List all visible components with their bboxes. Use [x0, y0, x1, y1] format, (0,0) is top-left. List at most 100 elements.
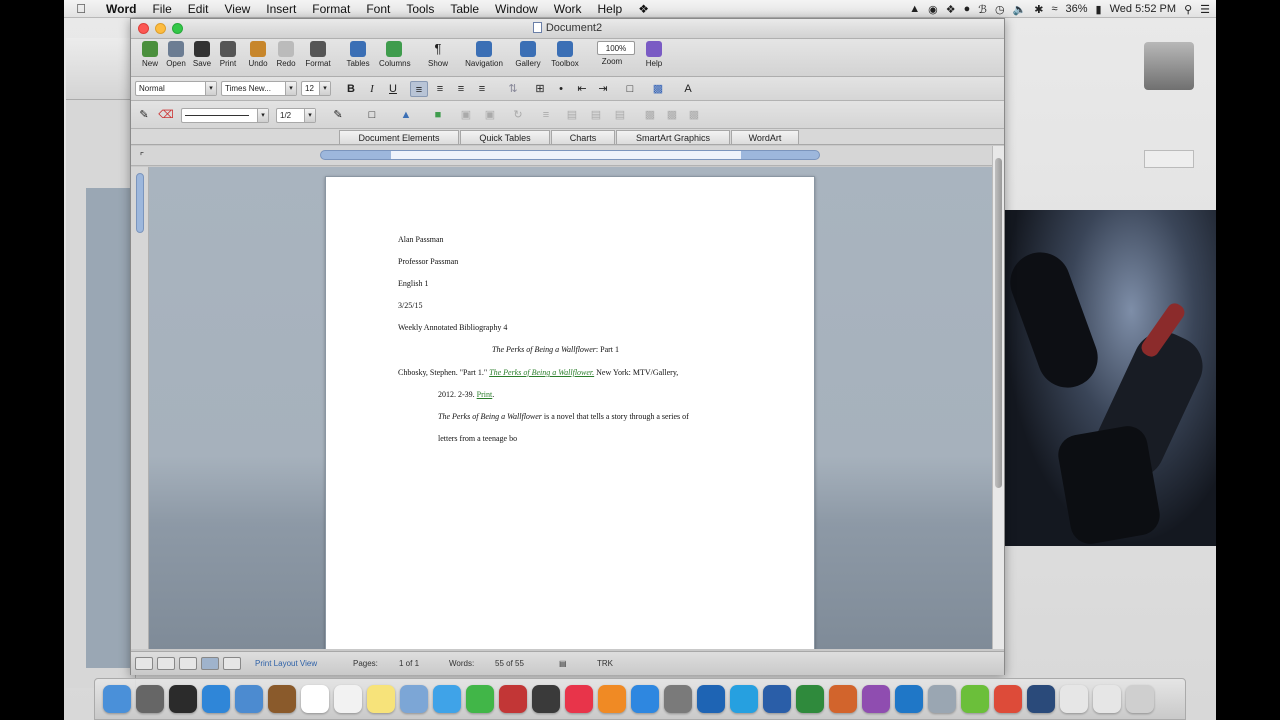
dock-documents-stack-icon[interactable]: [1093, 685, 1121, 713]
toolbar-undo-button[interactable]: Undo: [243, 41, 273, 75]
volume-icon[interactable]: 🔈: [1013, 3, 1027, 16]
menu-table[interactable]: Table: [442, 2, 487, 16]
citation-print[interactable]: Print: [477, 390, 493, 399]
dock-notes-icon[interactable]: [367, 685, 395, 713]
notebook-view-button[interactable]: [223, 657, 241, 670]
tab-quick-tables[interactable]: Quick Tables: [460, 130, 550, 144]
wifi-icon[interactable]: ≈: [1051, 3, 1057, 15]
line-style-select[interactable]: ▾: [181, 108, 269, 123]
tab-smartart-graphics[interactable]: SmartArt Graphics: [616, 130, 730, 144]
menu-insert[interactable]: Insert: [258, 2, 304, 16]
dock-messages-icon[interactable]: [433, 685, 461, 713]
tab-wordart[interactable]: WordArt: [731, 130, 799, 144]
style-select[interactable]: Normal ▾: [135, 81, 217, 96]
dock-outlook-icon[interactable]: [895, 685, 923, 713]
menu-help[interactable]: Help: [590, 2, 631, 16]
draw-pencil-icon[interactable]: ✎: [135, 107, 153, 123]
borders-button[interactable]: □: [621, 81, 639, 97]
dock-spotify-icon[interactable]: [961, 685, 989, 713]
spelling-status-icon[interactable]: ▤: [559, 659, 567, 668]
dock-preview-icon[interactable]: [400, 685, 428, 713]
dock-ibooks-icon[interactable]: [598, 685, 626, 713]
menu-tools[interactable]: Tools: [398, 2, 442, 16]
toolbar-print-button[interactable]: Print: [213, 41, 243, 75]
bluetooth-icon[interactable]: ℬ: [978, 3, 987, 16]
evernote-icon[interactable]: ●: [964, 3, 971, 15]
menu-work[interactable]: Work: [546, 2, 590, 16]
dock-chrome-icon[interactable]: [994, 685, 1022, 713]
hard-drive-icon[interactable]: [1144, 42, 1194, 90]
align-objects-button[interactable]: ≡: [537, 107, 555, 123]
dock-onenote-icon[interactable]: [862, 685, 890, 713]
tab-charts[interactable]: Charts: [551, 130, 615, 144]
dock-finder-icon[interactable]: [103, 685, 131, 713]
dock-downloads-stack-icon[interactable]: [1060, 685, 1088, 713]
scrollbar-thumb[interactable]: [995, 158, 1002, 488]
dock-mission-control-icon[interactable]: [169, 685, 197, 713]
dock-facetime-icon[interactable]: [466, 685, 494, 713]
record-icon[interactable]: ◉: [928, 3, 938, 16]
justify-button[interactable]: ≡: [473, 81, 491, 97]
wrap-text-button[interactable]: ▤: [563, 107, 581, 123]
dock-word-icon[interactable]: [763, 685, 791, 713]
dock-photo-booth-icon[interactable]: [499, 685, 527, 713]
tab-document-elements[interactable]: Document Elements: [339, 130, 459, 144]
script-menu-icon[interactable]: ❖: [630, 2, 657, 16]
pages-value[interactable]: 1 of 1: [399, 659, 419, 668]
toolbar-toolbox-button[interactable]: Toolbox: [545, 41, 585, 75]
toolbar-format-button[interactable]: Format: [303, 41, 333, 75]
outline-view-button[interactable]: [157, 657, 175, 670]
horizontal-ruler[interactable]: ⌜: [131, 146, 1004, 166]
words-value[interactable]: 55 of 55: [495, 659, 524, 668]
dock-excel-icon[interactable]: [796, 685, 824, 713]
underline-button[interactable]: U: [384, 81, 402, 97]
background-word-window[interactable]: [66, 38, 136, 688]
dock-calendar-icon[interactable]: [301, 685, 329, 713]
dock-safari-icon[interactable]: [202, 685, 230, 713]
line-weight-select[interactable]: 1/2 ▾: [276, 108, 316, 123]
font-select[interactable]: Times New... ▾: [221, 81, 297, 96]
toolbar-navigation-button[interactable]: Navigation: [461, 41, 507, 75]
clock[interactable]: Wed 5:52 PM: [1110, 3, 1176, 15]
dock-skype-icon[interactable]: [730, 685, 758, 713]
publishing-view-button[interactable]: [179, 657, 197, 670]
dropbox-icon[interactable]: ❖: [946, 3, 956, 16]
shadow-button[interactable]: ▩: [641, 107, 659, 123]
font-size-select[interactable]: 12 ▾: [301, 81, 331, 96]
toolbar-tables-button[interactable]: Tables: [343, 41, 373, 75]
font-color-button[interactable]: A: [679, 81, 697, 97]
battery-percent[interactable]: 36%: [1066, 3, 1088, 15]
apple-menu-icon[interactable]: : [64, 1, 98, 16]
align-right-button[interactable]: ≡: [452, 81, 470, 97]
track-changes-label[interactable]: TRK: [597, 659, 613, 668]
title-bar[interactable]: Document2: [131, 19, 1004, 39]
toolbar-show-button[interactable]: ¶ Show: [423, 41, 453, 75]
eraser-icon[interactable]: ⌫: [157, 107, 175, 123]
notification-icon[interactable]: ▲: [909, 3, 920, 15]
align-left-button[interactable]: ≡: [410, 81, 428, 97]
menu-font[interactable]: Font: [358, 2, 398, 16]
italic-button[interactable]: I: [363, 81, 381, 97]
toolbar-zoom-button[interactable]: 100% Zoom: [597, 41, 635, 75]
menu-window[interactable]: Window: [487, 2, 546, 16]
shapes-button[interactable]: ■: [429, 107, 447, 123]
shape-border-button[interactable]: □: [363, 107, 381, 123]
dock-quicktime-icon[interactable]: [1027, 685, 1055, 713]
menu-app-name[interactable]: Word: [98, 2, 144, 16]
bluetooth-status-icon[interactable]: ✱: [1034, 3, 1043, 16]
bold-button[interactable]: B: [342, 81, 360, 97]
group-button[interactable]: ▣: [481, 107, 499, 123]
increase-indent-button[interactable]: ⇥: [594, 81, 612, 97]
vertical-scrollbar[interactable]: [992, 146, 1004, 649]
numbered-list-button[interactable]: ⊞: [531, 81, 549, 97]
document-page[interactable]: Alan Passman Professor Passman English 1…: [325, 176, 815, 649]
dock-mail-stamp-icon[interactable]: [235, 685, 263, 713]
vertical-ruler[interactable]: [131, 167, 149, 649]
bring-forward-button[interactable]: ▤: [587, 107, 605, 123]
line-color-button[interactable]: ✎: [329, 107, 347, 123]
fill-color-button[interactable]: ▲: [397, 107, 415, 123]
toolbar-columns-button[interactable]: Columns: [379, 41, 411, 75]
menu-view[interactable]: View: [216, 2, 258, 16]
battery-icon[interactable]: ▮: [1096, 3, 1102, 16]
timemachine-icon[interactable]: ◷: [995, 3, 1005, 16]
